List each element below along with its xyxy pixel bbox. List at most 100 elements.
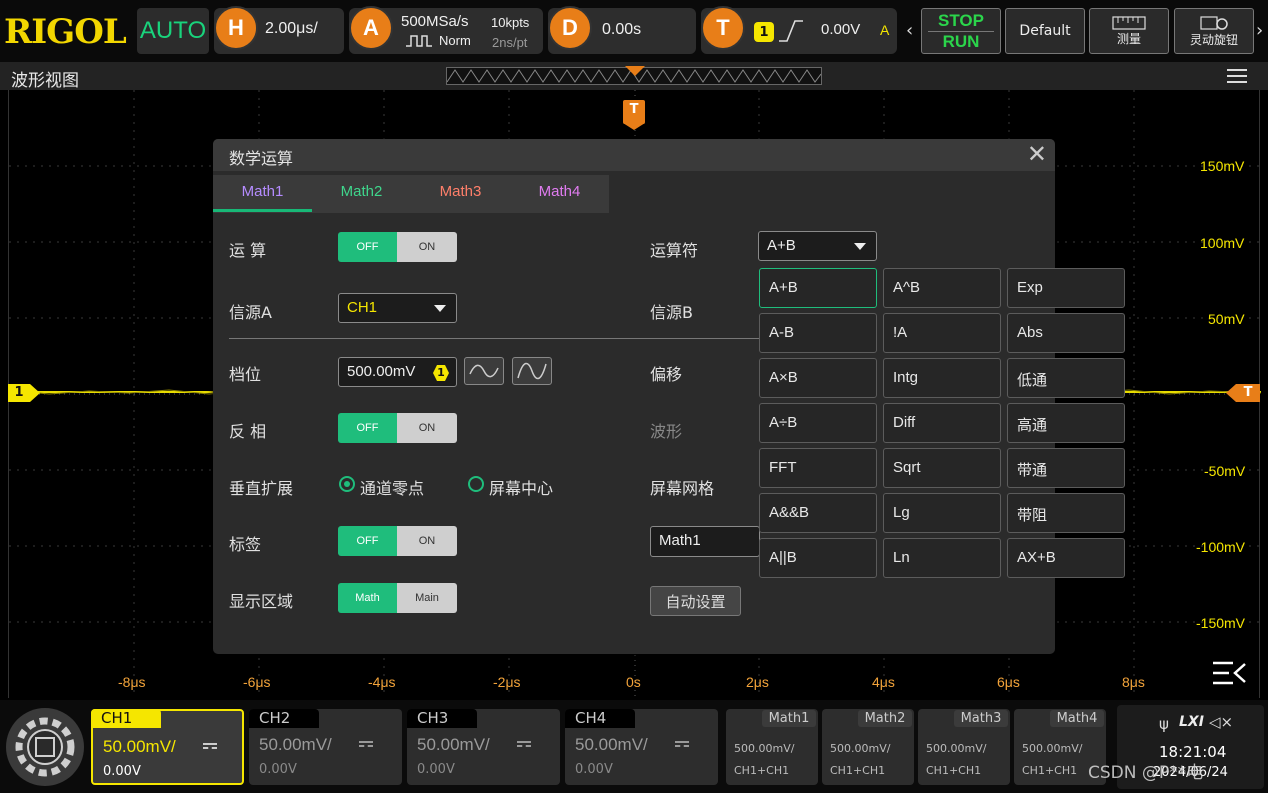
operator-option[interactable]: !A bbox=[883, 313, 1001, 353]
operator-option[interactable]: Ln bbox=[883, 538, 1001, 578]
tab-math1[interactable]: Math1 bbox=[213, 183, 312, 200]
auto-button[interactable]: AUTO bbox=[137, 8, 209, 54]
y-label: -150mV bbox=[1196, 615, 1246, 631]
operator-option[interactable]: Exp bbox=[1007, 268, 1125, 308]
operator-dropdown: A+B A^B Exp A-B !A Abs A×B Intg 低通 A÷B D… bbox=[757, 266, 1127, 580]
operator-option[interactable]: Intg bbox=[883, 358, 1001, 398]
toggle-off: OFF bbox=[338, 232, 397, 262]
ch3-scale: 50.00mV/ bbox=[417, 735, 490, 754]
mute-icon[interactable]: ◁× bbox=[1209, 713, 1233, 731]
acquire-mode: Norm bbox=[439, 33, 471, 48]
operation-toggle[interactable]: OFF ON bbox=[338, 232, 457, 262]
operator-option[interactable]: A&&B bbox=[759, 493, 877, 533]
operator-select[interactable]: A+B bbox=[758, 231, 877, 261]
sine-wave-icon bbox=[517, 362, 547, 380]
operator-option[interactable]: FFT bbox=[759, 448, 877, 488]
math1-panel[interactable]: Math1 500.00mV/ CH1+CH1 bbox=[726, 709, 818, 785]
dialog-title: 数学运算 bbox=[229, 149, 294, 168]
default-button[interactable]: Default bbox=[1005, 8, 1085, 54]
display-area-toggle[interactable]: Math Main bbox=[338, 583, 457, 613]
operator-option[interactable]: 高通 bbox=[1007, 403, 1125, 443]
operator-option[interactable]: A÷B bbox=[759, 403, 877, 443]
offset-label: 偏移 bbox=[650, 365, 683, 384]
stop-label: STOP bbox=[938, 10, 984, 30]
horizontal-badge[interactable]: H bbox=[214, 6, 258, 50]
ch3-panel[interactable]: CH3 50.00mV/ 0.00V bbox=[407, 709, 560, 785]
auto-setup-button[interactable]: 自动设置 bbox=[650, 586, 741, 616]
math1-source: CH1+CH1 bbox=[734, 764, 790, 777]
math2-source: CH1+CH1 bbox=[830, 764, 886, 777]
ch1-panel[interactable]: CH1 50.00mV/ 0.00V bbox=[91, 709, 244, 785]
math3-scale: 500.00mV/ bbox=[926, 742, 987, 755]
operator-option[interactable]: 带阻 bbox=[1007, 493, 1125, 533]
operator-option[interactable]: Sqrt bbox=[883, 448, 1001, 488]
source-a-label: 信源A bbox=[229, 303, 272, 322]
ch1-offset: 0.00V bbox=[103, 764, 141, 779]
operator-option[interactable]: A-B bbox=[759, 313, 877, 353]
source-a-value: CH1 bbox=[347, 299, 378, 316]
tab-math3[interactable]: Math3 bbox=[411, 183, 510, 200]
chevron-right-icon[interactable]: › bbox=[1256, 20, 1263, 41]
quick-knob-button[interactable]: 灵动旋钮 bbox=[1174, 8, 1254, 54]
operator-option[interactable]: Lg bbox=[883, 493, 1001, 533]
home-gear-button[interactable] bbox=[6, 708, 84, 786]
dc-coupling-icon bbox=[359, 741, 373, 747]
coarse-wave-button[interactable] bbox=[464, 357, 504, 385]
operator-option[interactable]: A^B bbox=[883, 268, 1001, 308]
y-label: 150mV bbox=[1200, 158, 1245, 174]
operation-label: 运 算 bbox=[229, 241, 267, 260]
trigger-badge[interactable]: T bbox=[701, 6, 745, 50]
collapse-panel-icon[interactable] bbox=[1211, 660, 1249, 686]
math4-scale: 500.00mV/ bbox=[1022, 742, 1083, 755]
fine-wave-button[interactable] bbox=[512, 357, 552, 385]
tab-math2[interactable]: Math2 bbox=[312, 183, 411, 200]
x-label: 0s bbox=[626, 674, 641, 690]
trigger-time-marker[interactable]: T bbox=[623, 100, 645, 124]
tab-math4[interactable]: Math4 bbox=[510, 183, 609, 200]
math1-scale: 500.00mV/ bbox=[734, 742, 795, 755]
source-a-select[interactable]: CH1 bbox=[338, 293, 457, 323]
operator-option[interactable]: A+B bbox=[759, 268, 877, 308]
delay-badge[interactable]: D bbox=[548, 6, 592, 50]
operator-option[interactable]: Abs bbox=[1007, 313, 1125, 353]
acquire-badge[interactable]: A bbox=[349, 6, 393, 50]
quick-knob-label: 灵动旋钮 bbox=[1189, 32, 1238, 47]
label-input[interactable]: Math1 bbox=[650, 526, 760, 557]
ch2-panel[interactable]: CH2 50.00mV/ 0.00V bbox=[249, 709, 402, 785]
dc-coupling-icon bbox=[203, 743, 217, 749]
waveform-view-title: 波形视图 bbox=[11, 71, 79, 91]
y-label: 50mV bbox=[1208, 311, 1245, 327]
operator-option[interactable]: AX+B bbox=[1007, 538, 1125, 578]
measure-button[interactable]: 测量 bbox=[1089, 8, 1169, 54]
close-icon[interactable]: ✕ bbox=[1027, 142, 1047, 166]
operator-option[interactable]: A×B bbox=[759, 358, 877, 398]
run-label: RUN bbox=[942, 31, 980, 51]
screen-grid-label: 屏幕网格 bbox=[650, 479, 715, 498]
tag-toggle[interactable]: OFF ON bbox=[338, 526, 457, 556]
operator-option[interactable]: 低通 bbox=[1007, 358, 1125, 398]
section-divider bbox=[229, 338, 769, 339]
trigger-level-marker[interactable]: T bbox=[1236, 384, 1260, 402]
operator-option[interactable]: Diff bbox=[883, 403, 1001, 443]
vertical-expand-label: 垂直扩展 bbox=[229, 479, 294, 498]
ch1-marker-tip bbox=[30, 384, 40, 402]
ch4-panel[interactable]: CH4 50.00mV/ 0.00V bbox=[565, 709, 718, 785]
invert-toggle[interactable]: OFF ON bbox=[338, 413, 457, 443]
menu-icon[interactable] bbox=[1227, 69, 1247, 83]
stop-run-button[interactable]: STOP RUN bbox=[921, 8, 1001, 54]
rising-edge-icon bbox=[779, 20, 803, 42]
ch4-offset: 0.00V bbox=[575, 762, 613, 777]
math2-panel[interactable]: Math2 500.00mV/ CH1+CH1 bbox=[822, 709, 914, 785]
operator-option[interactable]: A||B bbox=[759, 538, 877, 578]
display-main: Main bbox=[397, 583, 457, 613]
operator-option[interactable]: 带通 bbox=[1007, 448, 1125, 488]
math3-panel[interactable]: Math3 500.00mV/ CH1+CH1 bbox=[918, 709, 1010, 785]
radio-screen-center[interactable] bbox=[468, 476, 484, 492]
gear-icon bbox=[15, 717, 75, 777]
trigger-source: 1 bbox=[754, 22, 774, 42]
trigger-state: A bbox=[880, 22, 890, 38]
ch1-ground-marker[interactable]: 1 bbox=[8, 384, 30, 402]
default-label: Default bbox=[1019, 23, 1071, 39]
radio-channel-zero[interactable] bbox=[339, 476, 355, 492]
chevron-left-icon[interactable]: ‹ bbox=[906, 20, 913, 41]
